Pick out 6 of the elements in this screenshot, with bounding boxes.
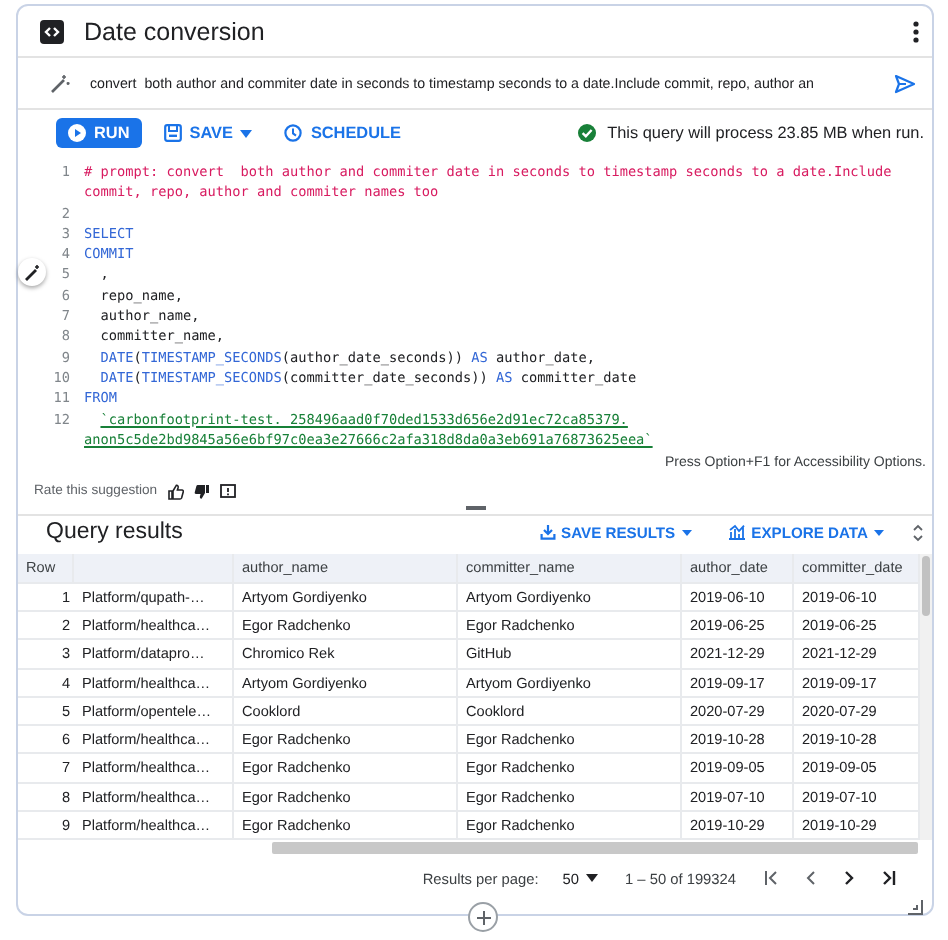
query-estimate: This query will process 23.85 MB when run. xyxy=(607,124,924,142)
run-button[interactable]: RUN xyxy=(56,118,142,148)
save-button[interactable]: SAVE xyxy=(153,118,263,148)
results-title: Query results xyxy=(46,520,185,545)
schedule-button[interactable]: SCHEDULE xyxy=(274,118,411,148)
window-title: Date conversion xyxy=(84,17,267,45)
